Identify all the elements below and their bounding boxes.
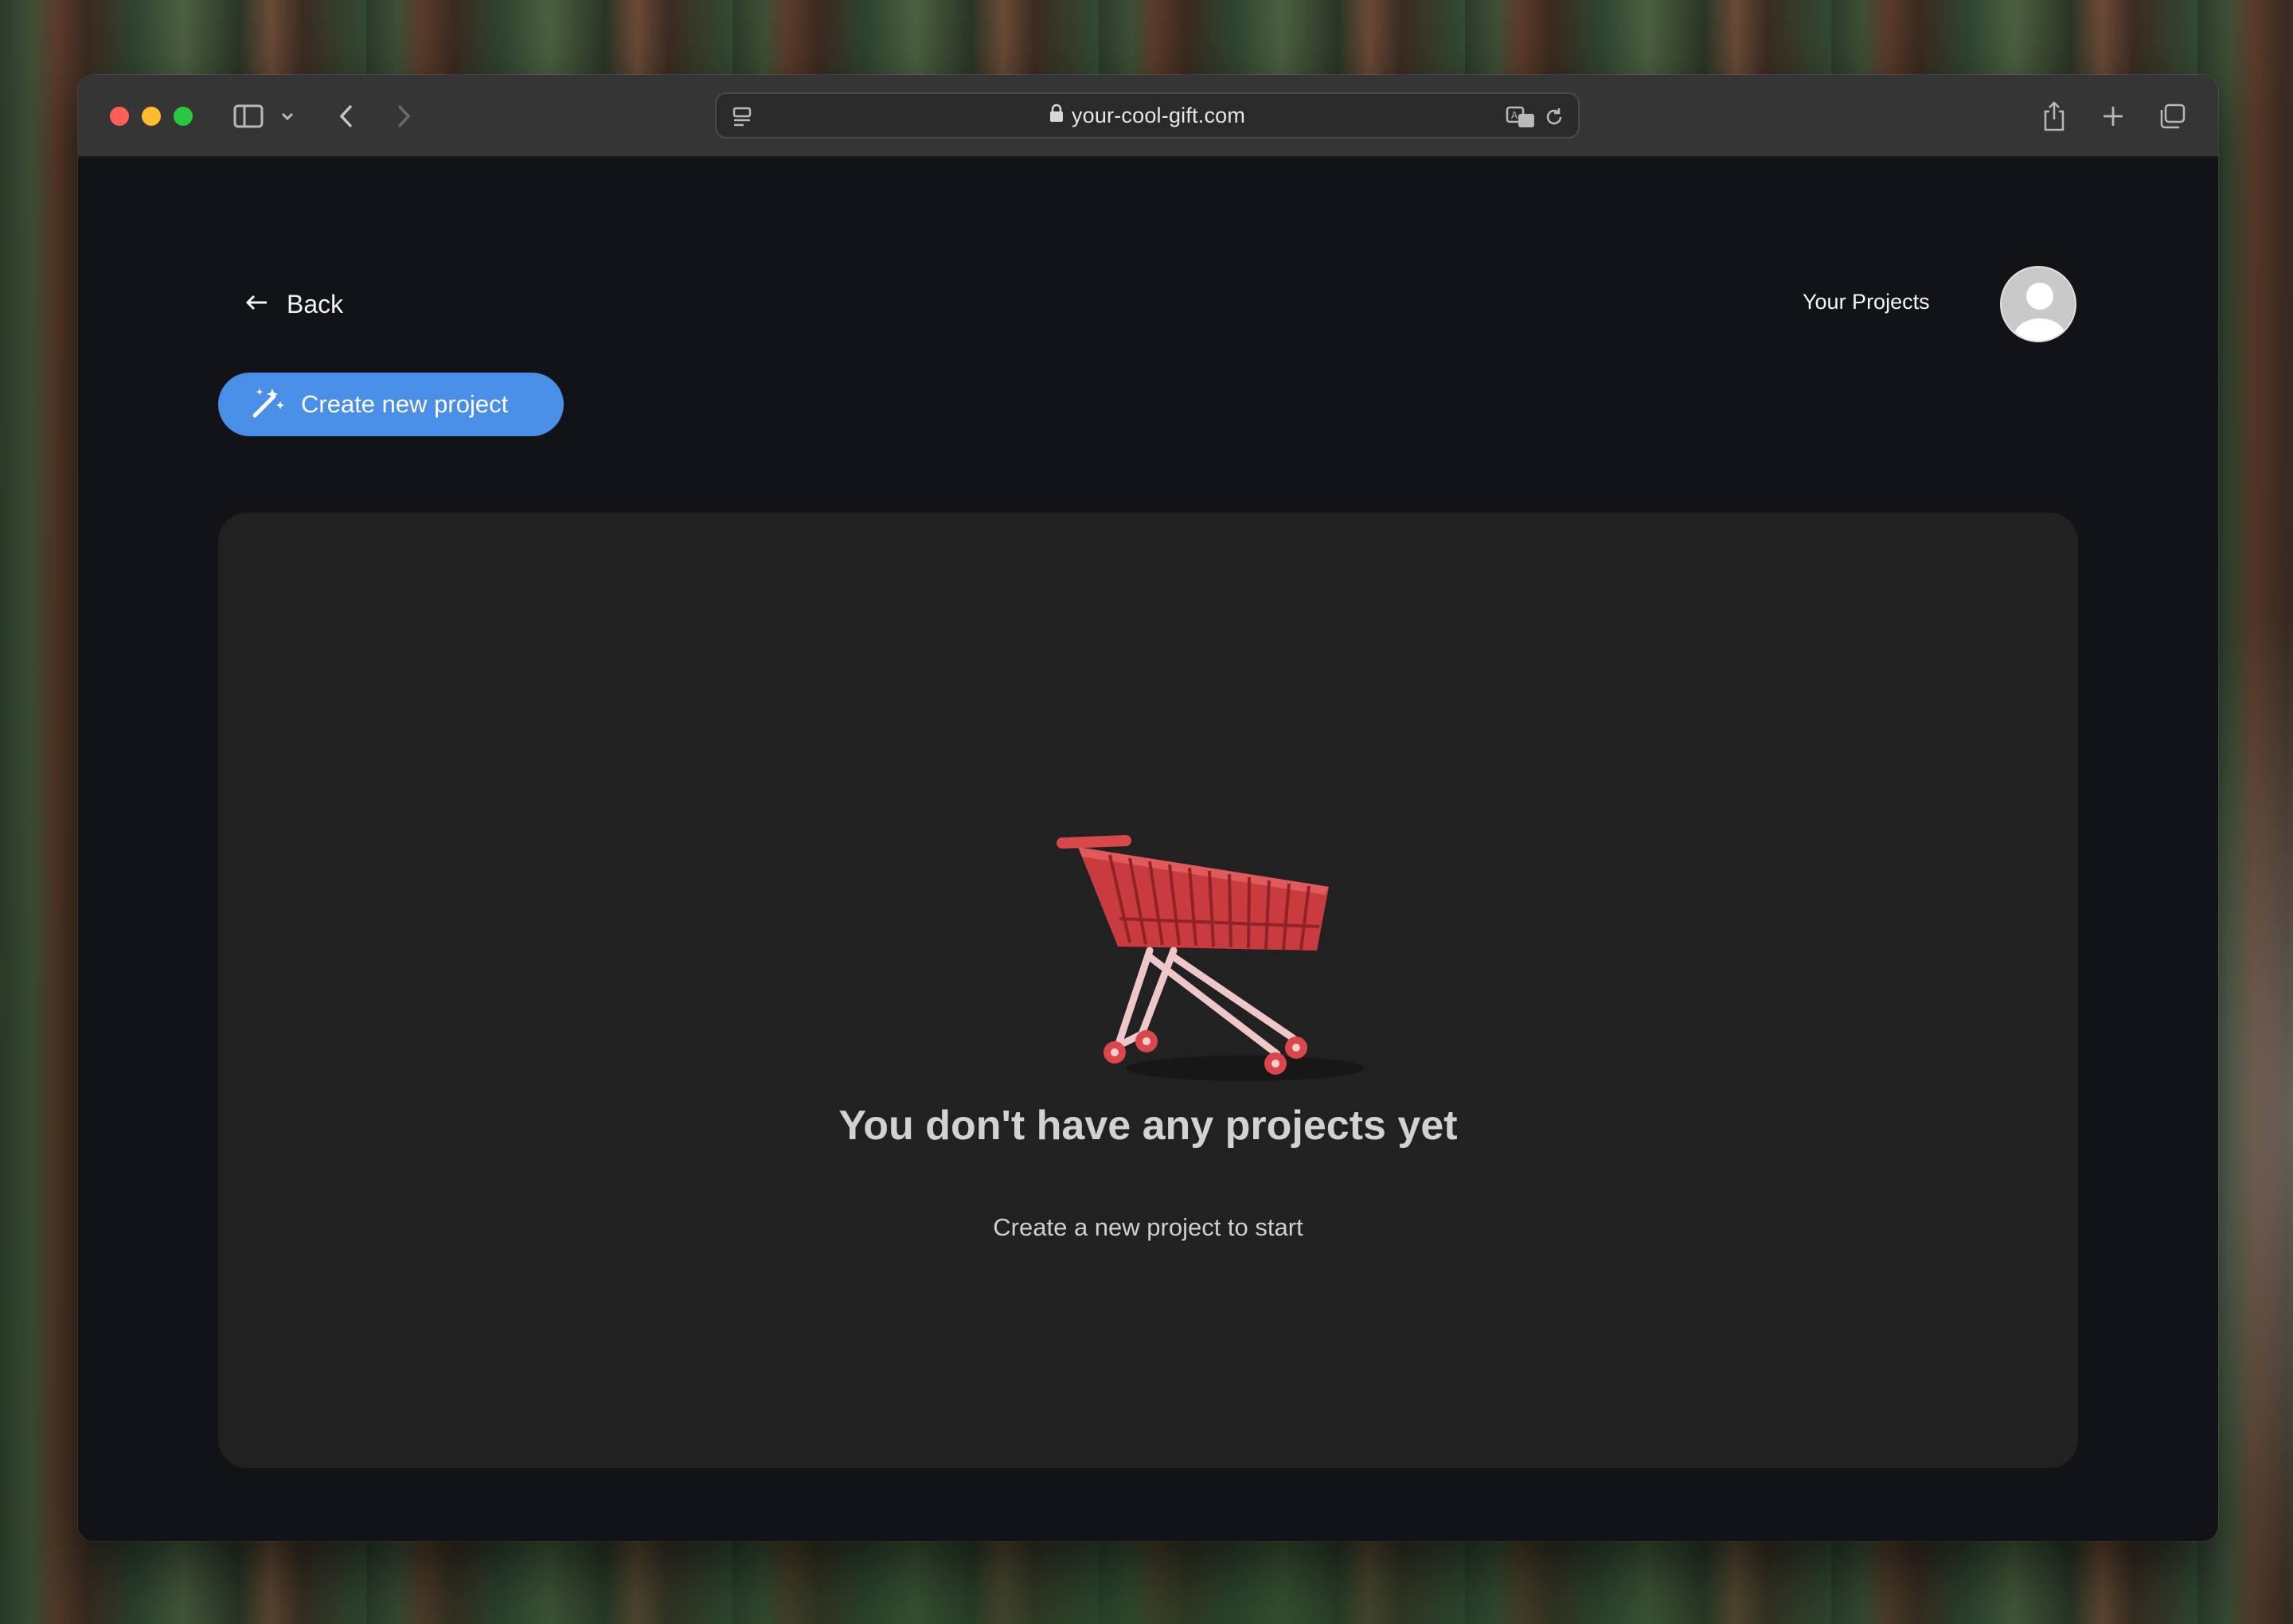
create-project-button[interactable]: Create new project — [218, 373, 564, 436]
address-bar[interactable]: your-cool-gift.com A — [715, 92, 1580, 139]
tabs-overview-icon[interactable] — [2156, 99, 2188, 134]
browser-window: your-cool-gift.com A Back Your Projects — [78, 75, 2218, 1541]
lock-icon — [1049, 103, 1064, 128]
translate-icon[interactable]: A — [1505, 100, 1537, 135]
browser-toolbar: your-cool-gift.com A — [78, 75, 2218, 158]
shopping-cart-icon — [1057, 835, 1365, 1081]
close-window-button[interactable] — [110, 107, 129, 126]
svg-text:A: A — [1511, 110, 1518, 121]
reload-icon[interactable] — [1540, 100, 1568, 135]
url-display: your-cool-gift.com — [717, 94, 1578, 137]
sidebar-icon[interactable] — [231, 99, 266, 134]
empty-state-title: You don't have any projects yet — [838, 1103, 1458, 1149]
url-text: your-cool-gift.com — [1071, 103, 1246, 127]
back-link[interactable]: Back — [245, 287, 343, 322]
zoom-window-button[interactable] — [174, 107, 193, 126]
your-projects-link[interactable]: Your Projects — [1803, 290, 1930, 314]
user-icon — [2014, 283, 2065, 341]
forward-icon[interactable] — [392, 99, 416, 134]
page-content: Back Your Projects Create new project Yo… — [78, 158, 2218, 1541]
empty-state-subtitle: Create a new project to start — [993, 1213, 1303, 1241]
back-label: Back — [287, 289, 344, 318]
empty-state-card: You don't have any projects yet Create a… — [218, 513, 2078, 1468]
arrow-left-icon — [245, 293, 269, 316]
magic-wand-icon — [250, 385, 285, 424]
share-icon[interactable] — [2038, 99, 2070, 134]
new-tab-icon[interactable] — [2097, 99, 2129, 134]
create-project-label: Create new project — [301, 390, 509, 418]
minimize-window-button[interactable] — [142, 107, 161, 126]
back-icon[interactable] — [334, 99, 358, 134]
avatar[interactable] — [2000, 266, 2076, 342]
chevron-down-icon[interactable] — [277, 99, 298, 134]
